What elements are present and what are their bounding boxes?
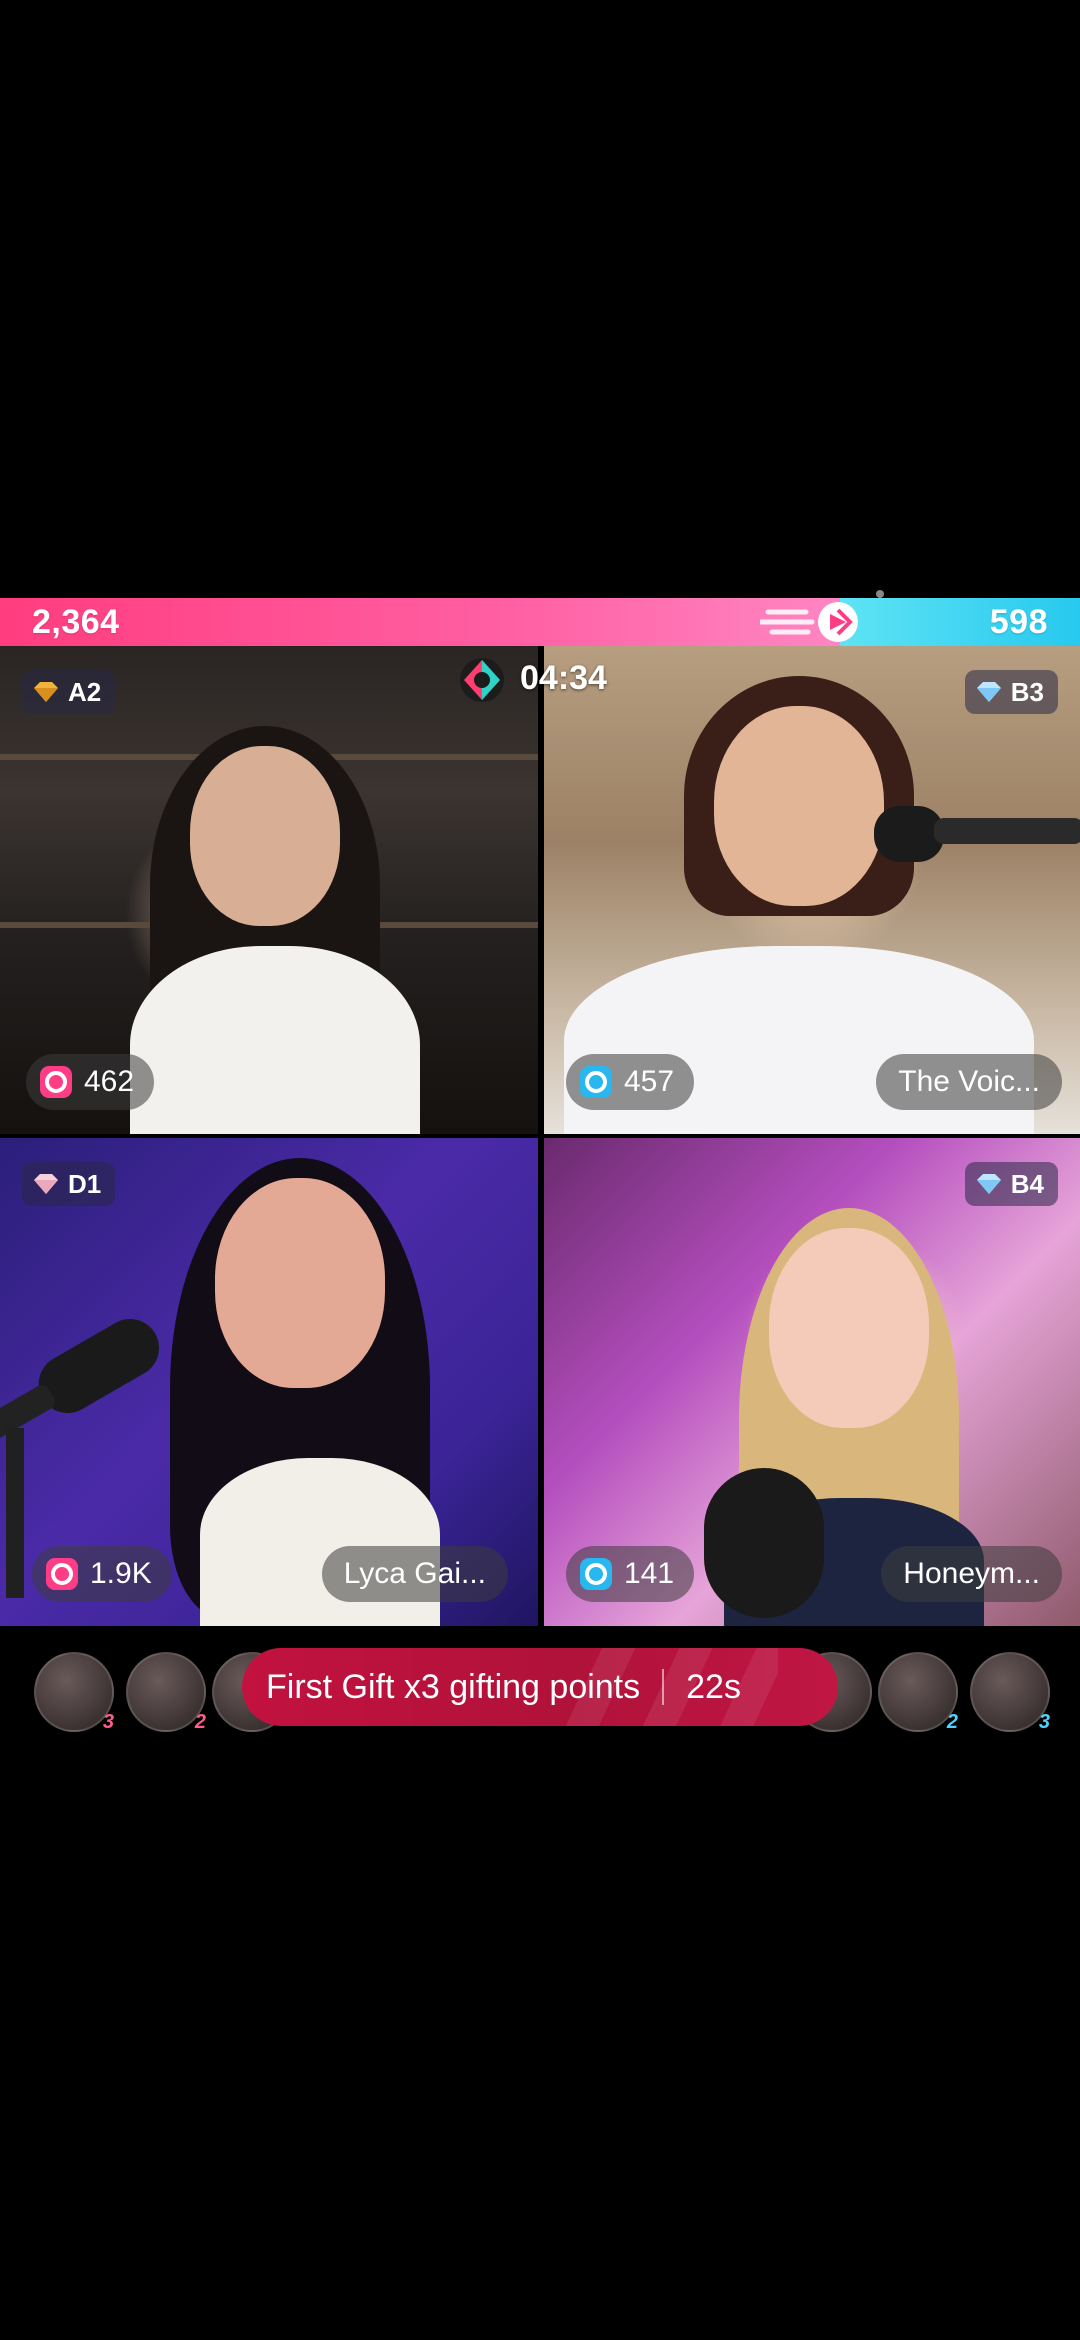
blue-diamond-icon [976,1174,1001,1194]
score-left: 2,364 [32,602,120,641]
gold-diamond-icon [34,682,58,702]
promo-text: First Gift x3 gifting points [266,1667,641,1706]
promo-countdown: 22s [686,1667,741,1706]
participant-name[interactable]: The Voic... [876,1054,1062,1110]
points-icon [46,1558,78,1590]
points-pill: 1.9K [32,1546,172,1602]
gifter-rank: 3 [1038,1711,1050,1733]
gifter-rank: 3 [102,1711,114,1733]
points-pill: 462 [26,1054,155,1110]
first-gift-promo-banner[interactable]: First Gift x3 gifting points 22s [242,1648,838,1726]
participants-grid: A2 462 B3 457 The Voic... D1 1.9K Lyca G… [0,646,1080,1626]
participant-tile-b3[interactable]: B3 457 The Voic... [544,646,1080,1134]
points-value: 141 [624,1557,675,1590]
points-icon [580,1066,612,1098]
rank-label: A2 [68,676,102,707]
points-value: 462 [84,1065,135,1098]
participant-tile-d1[interactable]: D1 1.9K Lyca Gai... [0,1138,538,1626]
score-right: 598 [989,602,1048,641]
gifter-avatar[interactable]: 2 [126,1652,206,1733]
indicator-dot [876,590,884,598]
promo-divider [662,1669,665,1705]
participant-name[interactable]: Lyca Gai... [321,1546,508,1602]
gifter-avatar[interactable]: 3 [34,1652,114,1733]
gifter-avatar[interactable]: 2 [878,1652,958,1733]
points-pill: 141 [566,1546,695,1602]
rank-badge: B3 [964,670,1058,714]
rank-badge: B4 [964,1162,1058,1206]
participant-tile-a2[interactable]: A2 462 [0,646,538,1134]
points-icon [580,1558,612,1590]
rank-label: D1 [68,1168,102,1199]
points-pill: 457 [566,1054,695,1110]
participant-tile-b4[interactable]: B4 141 Honeym... [544,1138,1080,1626]
pink-diamond-icon [34,1174,58,1194]
rank-badge: D1 [22,1162,116,1206]
gifter-avatar[interactable]: 3 [970,1652,1050,1733]
rank-badge: A2 [22,670,116,714]
microphone-icon [874,806,1080,862]
battle-score-bar: 2,364 598 [0,598,1080,646]
battle-timer: 04:34 [454,646,634,710]
score-left-segment: 2,364 [0,598,858,646]
timer-text: 04:34 [520,658,607,697]
gifter-rank: 2 [194,1711,206,1733]
battle-emblem-icon [760,602,858,642]
microphone-icon [704,1468,824,1618]
points-value: 457 [624,1065,675,1098]
blue-diamond-icon [976,682,1001,702]
rank-label: B3 [1010,676,1044,707]
points-value: 1.9K [90,1557,152,1590]
rank-label: B4 [1010,1168,1044,1199]
gifter-rank: 2 [946,1711,958,1733]
points-icon [40,1066,72,1098]
score-right-segment: 598 [840,598,1080,646]
participant-name[interactable]: Honeym... [881,1546,1062,1602]
battle-timer-icon [460,658,504,702]
live-battle-screen: 2,364 598 04:34 A2 462 B3 457 The Voic..… [0,0,1080,2340]
